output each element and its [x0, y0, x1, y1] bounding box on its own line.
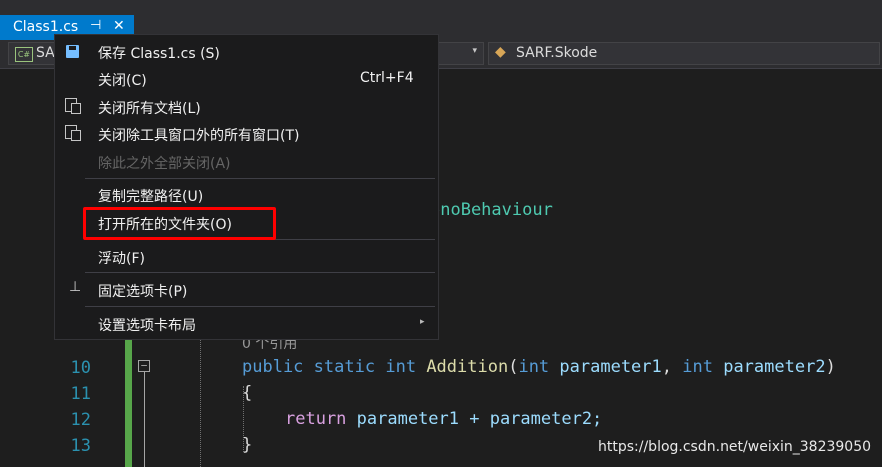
chevron-down-icon: ▾: [472, 46, 477, 56]
indent-guide: [200, 340, 201, 467]
menu-item-tab-layout[interactable]: 设置选项卡布局 ▸: [55, 311, 438, 337]
tab-context-menu: 保存 Class1.cs (S) 关闭(C) Ctrl+F4 关闭所有文档(L)…: [54, 34, 439, 340]
menu-item-float[interactable]: 浮动(F): [55, 244, 438, 270]
menu-item-close-all-but-tool-windows[interactable]: 关闭除工具窗口外的所有窗口(T): [55, 121, 438, 147]
menu-item-copy-full-path[interactable]: 复制完整路径(U): [55, 182, 438, 208]
menu-item-close-all-but-this: 除此之外全部关闭(A): [98, 156, 231, 172]
pin-icon: ⊥: [69, 279, 82, 295]
csharp-project-icon: C#: [15, 47, 33, 62]
outline-line: [144, 372, 145, 467]
change-tracking-bar: [125, 340, 132, 467]
menu-item-pin-tab[interactable]: ⊥ 固定选项卡(P): [55, 277, 438, 303]
annotation-highlight-box: [83, 207, 276, 240]
code-line-12: return parameter1 + parameter2;: [285, 409, 603, 429]
line-number: 13: [70, 436, 91, 456]
menu-item-close-all-documents[interactable]: 关闭所有文档(L): [55, 94, 438, 120]
shortcut-label: Ctrl+F4: [360, 70, 414, 86]
line-number: 11: [70, 384, 91, 404]
class-icon: ◆: [495, 44, 506, 60]
base-class-name: onoBehaviour: [430, 200, 553, 220]
save-icon: [66, 45, 79, 58]
tab-close-icon[interactable]: ✕: [113, 18, 125, 34]
line-number: 10: [70, 358, 91, 378]
type-dropdown[interactable]: ▾: [438, 42, 484, 65]
tab-pin-icon[interactable]: ⊣: [90, 18, 101, 33]
code-line-10: public static int Addition(int parameter…: [242, 357, 836, 377]
close-all-but-tool-windows-icon: [65, 125, 81, 141]
project-dropdown-label: SA: [36, 45, 55, 61]
code-line-11: {: [242, 383, 253, 403]
menu-item-save[interactable]: 保存 Class1.cs (S): [55, 39, 438, 65]
code-fragment-base-class: onoBehaviour: [430, 200, 553, 220]
close-all-documents-icon: [65, 98, 81, 114]
menu-separator: [85, 178, 435, 179]
collapse-icon[interactable]: −: [138, 360, 150, 372]
line-number: 12: [70, 410, 91, 430]
member-dropdown-label: SARF.Skode: [516, 45, 598, 61]
menu-item-close[interactable]: 关闭(C) Ctrl+F4: [55, 66, 438, 92]
tab-title: Class1.cs: [13, 19, 79, 35]
menu-separator: [85, 272, 435, 273]
menu-separator: [85, 306, 435, 307]
member-dropdown[interactable]: ◆ SARF.Skode: [488, 42, 880, 65]
code-line-13: }: [242, 435, 253, 455]
submenu-arrow-icon: ▸: [420, 317, 425, 327]
watermark: https://blog.csdn.net/weixin_38239050: [598, 439, 872, 455]
project-dropdown[interactable]: C# SA: [8, 42, 56, 65]
